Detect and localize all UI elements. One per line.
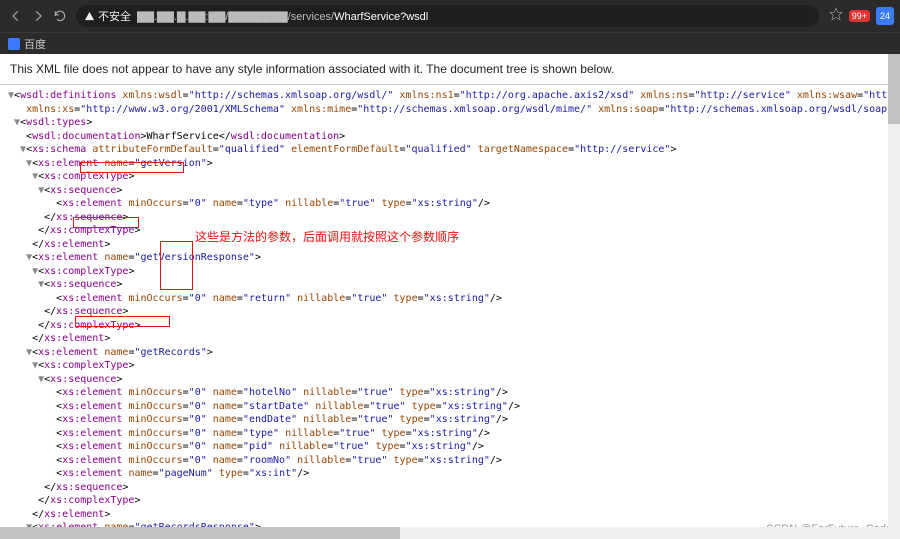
not-secure-label: 不安全 [98, 8, 131, 24]
bookmark-label: 百度 [24, 36, 46, 52]
favicon-icon [8, 38, 20, 50]
xml-tree[interactable]: ▼<wsdl:definitions xmlns:wsdl="http://sc… [0, 85, 900, 538]
horizontal-scrollbar-thumb[interactable] [0, 527, 400, 539]
vertical-scrollbar[interactable] [888, 54, 900, 539]
back-button[interactable] [6, 6, 26, 26]
address-bar[interactable]: 不安全 ▇▇.▇▇.▇.▇▇:▇▇/▇▇▇▇▇▇▇/services/Wharf… [76, 5, 819, 27]
profile-avatar[interactable]: 24 [876, 7, 894, 25]
bookmarks-bar: 百度 [0, 32, 900, 54]
browser-toolbar: 不安全 ▇▇.▇▇.▇.▇▇:▇▇/▇▇▇▇▇▇▇/services/Wharf… [0, 0, 900, 32]
extension-badge[interactable]: 99+ [849, 10, 870, 22]
xml-notice: This XML file does not appear to have an… [0, 54, 900, 85]
reload-button[interactable] [50, 6, 70, 26]
bookmark-item[interactable]: 百度 [8, 36, 46, 52]
horizontal-scrollbar[interactable] [0, 527, 888, 539]
warning-icon [84, 11, 95, 22]
not-secure-badge: 不安全 [84, 8, 131, 24]
forward-button[interactable] [28, 6, 48, 26]
url-text: ▇▇.▇▇.▇.▇▇:▇▇/▇▇▇▇▇▇▇/services/WharfServ… [137, 10, 428, 23]
bookmark-star-button[interactable] [829, 7, 843, 26]
vertical-scrollbar-thumb[interactable] [888, 54, 900, 124]
